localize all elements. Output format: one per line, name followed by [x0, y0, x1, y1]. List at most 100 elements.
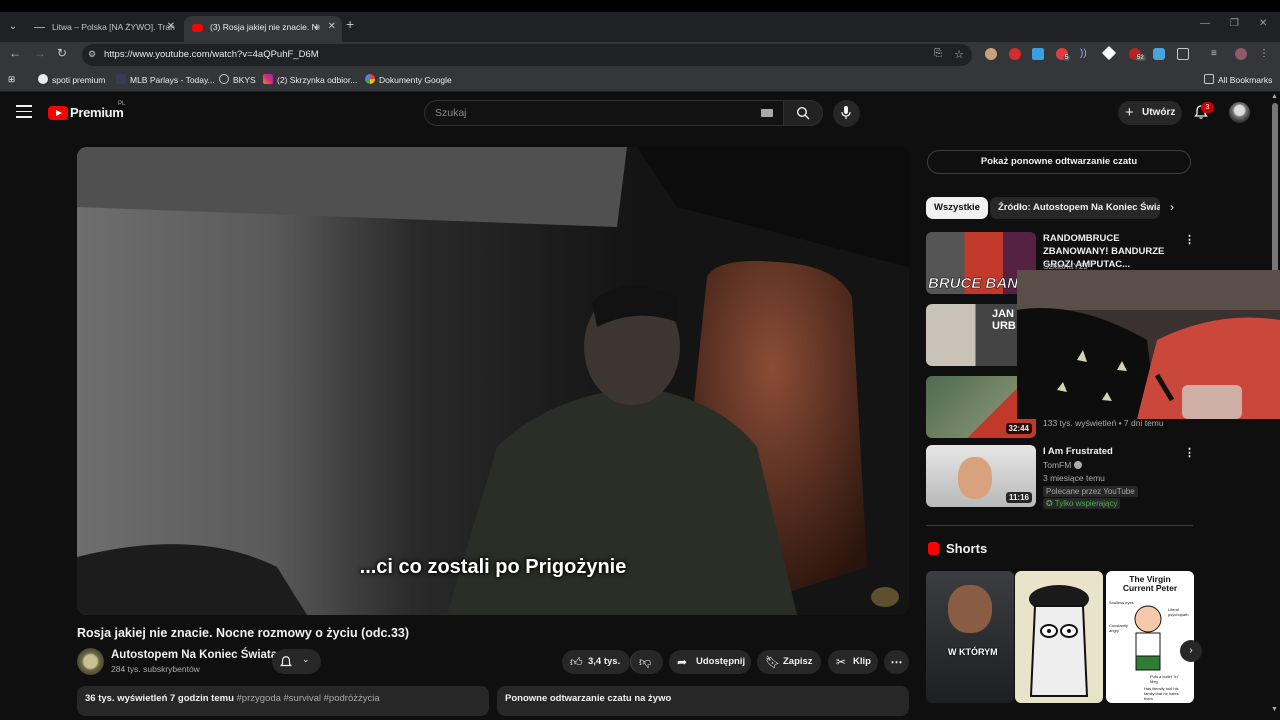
- subscription-notifications-button[interactable]: ⌄: [272, 649, 321, 674]
- chat-replay-label: Ponowne odtwarzanie czatu na żywo: [505, 693, 672, 704]
- dislike-button[interactable]: 👎︎: [630, 650, 663, 674]
- extension-icon[interactable]: [1032, 48, 1044, 60]
- bookmark-bkys[interactable]: BKYS: [219, 74, 256, 85]
- scroll-down-icon[interactable]: ▼: [1271, 706, 1278, 713]
- extension-icon[interactable]: [1009, 48, 1021, 60]
- forward-icon[interactable]: →: [34, 46, 46, 60]
- bookmark-docs[interactable]: Dokumenty Google: [365, 74, 452, 85]
- short-card[interactable]: The Virgin Current Peter Soulless eyes L…: [1106, 571, 1194, 703]
- window-close-icon[interactable]: ✕: [1259, 18, 1267, 29]
- rec-title[interactable]: I Am Frustrated: [1043, 445, 1175, 458]
- back-icon[interactable]: ←: [9, 46, 21, 60]
- search-button[interactable]: [783, 100, 823, 126]
- rec-channel-row[interactable]: TomFM: [1043, 460, 1082, 470]
- profile-avatar-icon[interactable]: [1235, 48, 1247, 60]
- tab-title: (3) Rosja jakiej nie znacie. N: [210, 22, 318, 32]
- short-card[interactable]: W KTÓRYM: [926, 571, 1014, 703]
- thumbnail-caption: BRUCE BANA: [928, 275, 1029, 293]
- chip-from-channel[interactable]: Źródło: Autostopem Na Koniec Świata: [990, 197, 1160, 219]
- clip-button[interactable]: ✂ Klip: [828, 650, 878, 674]
- guide-menu-icon[interactable]: [16, 105, 32, 118]
- live-chat-replay-panel[interactable]: Ponowne odtwarzanie czatu na żywo: [497, 686, 909, 716]
- plus-icon: +: [1125, 104, 1134, 121]
- chevron-right-icon[interactable]: ›: [1170, 200, 1174, 214]
- extension-icon[interactable]: [985, 48, 997, 60]
- keyboard-icon[interactable]: [761, 109, 773, 117]
- bookmark-label: (2) Skrzynka odbior...: [277, 75, 358, 85]
- extension-icon[interactable]: [1101, 45, 1117, 61]
- channel-watermark-icon[interactable]: [871, 587, 899, 607]
- apps-grid-icon[interactable]: ⊞: [8, 74, 15, 85]
- all-bookmarks[interactable]: All Bookmarks: [1204, 74, 1272, 85]
- video-player[interactable]: ...ci co zostali po Prigożynie: [77, 147, 909, 615]
- thumbs-down-icon: 👎︎: [639, 655, 652, 669]
- extension-icon[interactable]: )): [1080, 48, 1092, 60]
- bookmark-label: Dokumenty Google: [379, 75, 452, 85]
- hashtags[interactable]: #przygoda #survival #podróżżycia: [237, 693, 380, 704]
- bookmark-spoti[interactable]: spoti premium: [38, 74, 105, 85]
- folder-icon: [1204, 74, 1214, 84]
- bell-icon: [280, 656, 292, 667]
- minimize-icon[interactable]: —: [1200, 18, 1210, 29]
- video-title: Rosja jakiej nie znacie. Nocne rozmowy o…: [77, 626, 410, 640]
- more-vertical-icon[interactable]: ⋮: [1184, 446, 1195, 459]
- bookmark-inbox[interactable]: (2) Skrzynka odbior...: [263, 74, 357, 85]
- picture-in-picture-overlay[interactable]: [1017, 270, 1280, 419]
- thumbs-up-icon: 👍︎: [570, 655, 583, 669]
- browser-menu-icon[interactable]: ⋮: [1259, 48, 1271, 60]
- extensions-puzzle-icon[interactable]: [1177, 48, 1189, 60]
- bookmark-mlb[interactable]: MLB Parlays - Today...: [116, 74, 215, 85]
- extension-badge: 5: [1063, 55, 1071, 61]
- scroll-up-icon[interactable]: ▲: [1271, 93, 1278, 100]
- extension-icon[interactable]: 5: [1056, 48, 1071, 61]
- rec-channel: TomFM: [1043, 460, 1072, 470]
- browser-tab-youtube[interactable]: (3) Rosja jakiej nie znacie. N 🔊︎ ✕: [184, 16, 342, 42]
- chip-all[interactable]: Wszystkie: [926, 197, 988, 219]
- account-avatar[interactable]: [1229, 102, 1250, 123]
- more-vertical-icon[interactable]: ⋮: [1184, 233, 1195, 246]
- tab-close-icon[interactable]: ✕: [328, 16, 336, 38]
- browser-tab-litwa[interactable]: Litwa – Polska [NA ŻYWO]. Tran ✕: [26, 16, 181, 42]
- bookmark-star-icon[interactable]: ☆: [954, 48, 964, 61]
- new-tab-button[interactable]: +: [346, 16, 354, 32]
- notification-count-badge: 3: [1201, 102, 1214, 113]
- extension-icon[interactable]: [1153, 48, 1165, 60]
- short-side-label: Has literally told his family that he ha…: [1144, 686, 1179, 701]
- short-side-label: Constantly angry: [1109, 623, 1128, 633]
- save-button[interactable]: 🔖︎ Zapisz: [757, 650, 821, 674]
- short-side-label: Literal psychopath: [1168, 607, 1189, 617]
- voice-search-button[interactable]: [833, 100, 860, 127]
- site-info-icon[interactable]: ⚙: [88, 49, 96, 60]
- reading-list-icon[interactable]: ≡: [1211, 48, 1223, 60]
- tab-close-icon[interactable]: ✕: [167, 16, 175, 38]
- rec-thumbnail[interactable]: 11:16: [926, 445, 1036, 507]
- channel-avatar[interactable]: [77, 648, 104, 675]
- search-input[interactable]: Szukaj: [424, 100, 784, 126]
- subscriber-count: 284 tys. subskrybentów: [111, 664, 200, 674]
- more-actions-button[interactable]: ⋯: [884, 650, 909, 674]
- short-card[interactable]: [1015, 571, 1103, 703]
- reload-icon[interactable]: ↻: [57, 46, 67, 60]
- like-button[interactable]: 👍︎ 3,4 tys.: [562, 650, 630, 674]
- scrollbar-thumb[interactable]: [1272, 103, 1278, 273]
- members-only-badge: ✪ Tylko wspierający: [1043, 498, 1121, 509]
- channel-name[interactable]: Autostopem Na Koniec Świata: [111, 649, 277, 661]
- share-button[interactable]: ➦ Udostępnij: [669, 650, 751, 674]
- section-divider: [926, 525, 1193, 526]
- tab-search-icon[interactable]: ⌄: [4, 18, 22, 36]
- scissors-icon: ✂: [836, 655, 847, 669]
- bookmark-icon: 🔖︎: [765, 655, 781, 669]
- extension-icon[interactable]: 52: [1129, 48, 1146, 61]
- audio-playing-icon[interactable]: 🔊︎: [314, 16, 320, 38]
- description-box[interactable]: 36 tys. wyświetleń 7 godzin temu #przygo…: [77, 686, 489, 716]
- create-button[interactable]: + Utwórz: [1118, 101, 1182, 125]
- youtube-premium-logo[interactable]: Premium PL: [48, 101, 125, 122]
- rec-date: 3 miesiące temu: [1043, 473, 1105, 483]
- shorts-next-button[interactable]: ›: [1180, 640, 1202, 662]
- restore-icon[interactable]: ❐: [1230, 18, 1239, 29]
- address-bar[interactable]: ⚙ https://www.youtube.com/watch?v=4aQPuh…: [82, 44, 972, 66]
- search-placeholder: Szukaj: [435, 107, 467, 119]
- show-chat-replay-button[interactable]: Pokaż ponowne odtwarzanie czatu: [927, 150, 1191, 174]
- install-app-icon[interactable]: ⎘: [934, 48, 942, 59]
- views-and-date: 36 tys. wyświetleń 7 godzin temu: [85, 693, 234, 704]
